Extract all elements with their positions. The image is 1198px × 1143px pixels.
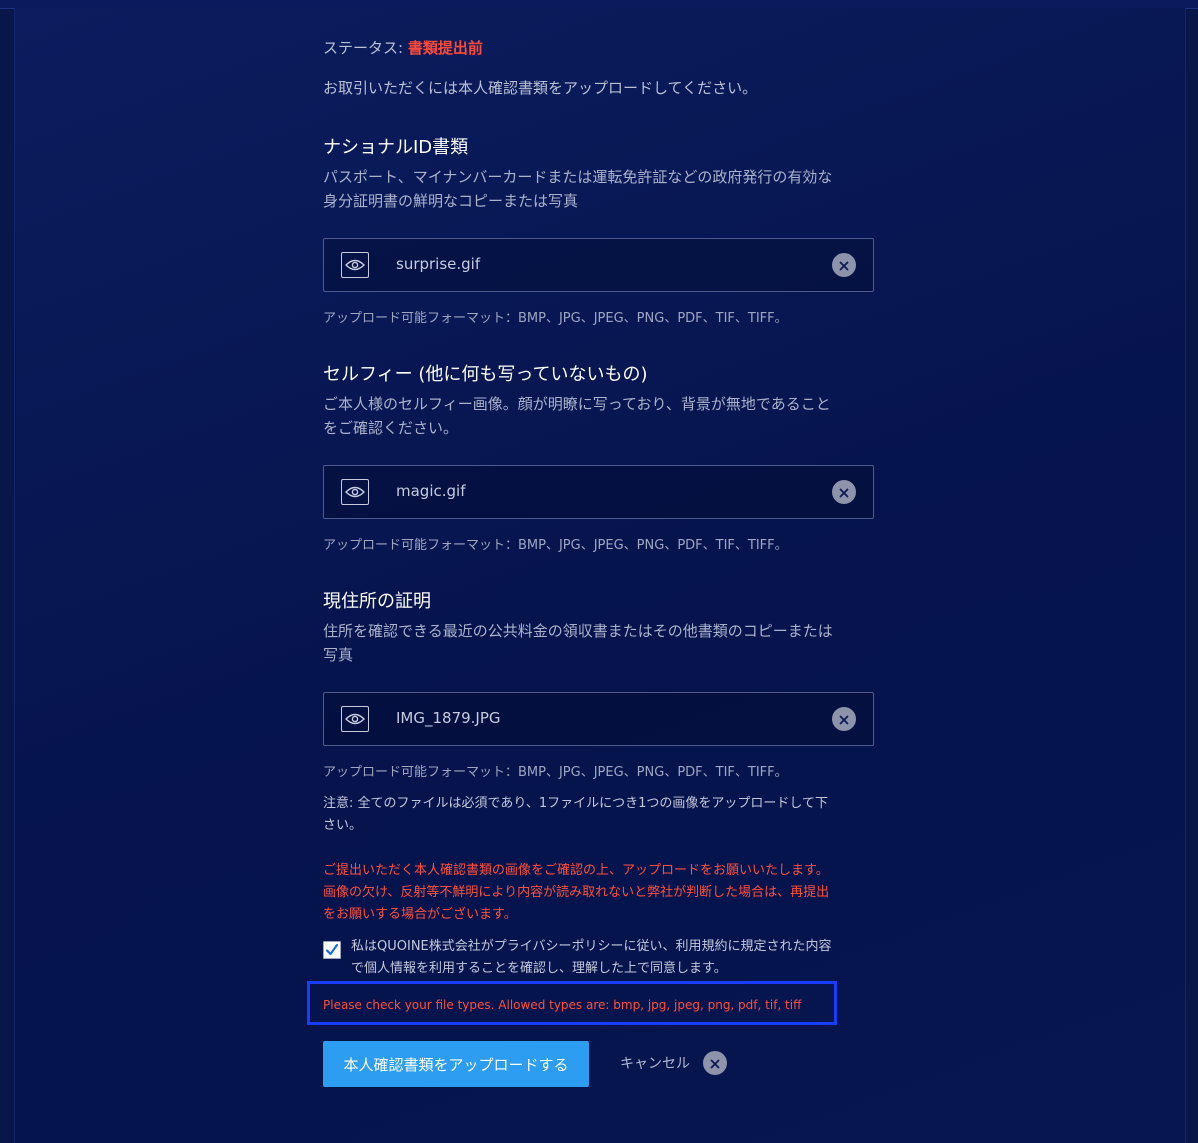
cancel-button[interactable] [703, 1051, 727, 1075]
required-files-note: 注意: 全てのファイルは必須であり、1ファイルにつき1つの画像をアップロードして… [323, 793, 863, 837]
desc-line: 身分証明書の鮮明なコピーまたは写真 [323, 192, 579, 210]
allowed-formats: アップロード可能フォーマット：BMP、JPG、JPEG、PNG、PDF、TIF、… [323, 311, 788, 326]
close-icon [839, 710, 849, 729]
allowed-formats: アップロード可能フォーマット：BMP、JPG、JPEG、PNG、PDF、TIF、… [323, 538, 788, 553]
file-name: IMG_1879.JPG [396, 709, 501, 727]
warning-line: 画像の欠け、反射等不鮮明により内容が読み取れないと弊社が判断した場合は、再提出 [323, 885, 830, 900]
status-label: ステータス: [323, 39, 404, 57]
eye-icon [345, 256, 365, 275]
note-line: 注意: 全てのファイルは必須であり、1ファイルにつき1つの画像をアップロードして… [323, 796, 829, 811]
eye-icon [345, 483, 365, 502]
file-name: surprise.gif [396, 255, 481, 273]
consent-text: 私はQUOINE株式会社がプライバシーポリシーに従い、利用規約に規定された内容 … [351, 936, 875, 980]
section-title-proof-of-address: 現住所の証明 [323, 591, 431, 612]
file-field-national-id: surprise.gif [323, 238, 874, 292]
status-line: ステータス: 書類提出前 [323, 37, 483, 58]
preview-button[interactable] [341, 706, 369, 732]
section-desc-proof-of-address: 住所を確認できる最近の公共料金の領収書またはその他書類のコピーまたは 写真 [323, 619, 883, 667]
section-title-selfie: セルフィー (他に何も写っていないもの) [323, 364, 648, 385]
consent-checkbox[interactable] [323, 941, 341, 959]
close-icon [710, 1054, 720, 1073]
section-title-national-id: ナショナルID書類 [323, 137, 469, 158]
section-desc-selfie: ご本人様のセルフィー画像。顔が明瞭に写っており、背景が無地であること をご確認く… [323, 392, 883, 440]
remove-file-button[interactable] [832, 480, 856, 504]
file-type-error-message: Please check your file types. Allowed ty… [323, 998, 802, 1012]
note-line: さい。 [323, 818, 363, 833]
remove-file-button[interactable] [832, 253, 856, 277]
warning-line: ご提出いただく本人確認書類の画像をご確認の上、アップロードをお願いいたします。 [323, 863, 829, 878]
close-icon [839, 483, 849, 502]
file-name: magic.gif [396, 482, 466, 500]
section-desc-national-id: パスポート、マイナンバーカードまたは運転免許証などの政府発行の有効な 身分証明書… [323, 165, 883, 213]
desc-line: をご確認ください。 [323, 419, 459, 437]
desc-line: 写真 [323, 646, 354, 664]
close-icon [839, 256, 849, 275]
upload-documents-button[interactable]: 本人確認書類をアップロードする [323, 1041, 589, 1087]
preview-button[interactable] [341, 252, 369, 278]
consent-line: で個人情報を利用することを確認し、理解した上で同意します。 [351, 961, 727, 976]
file-field-proof-of-address: IMG_1879.JPG [323, 692, 874, 746]
resubmission-warning: ご提出いただく本人確認書類の画像をご確認の上、アップロードをお願いいたします。 … [323, 860, 879, 926]
eye-icon [345, 710, 365, 729]
remove-file-button[interactable] [832, 707, 856, 731]
status-value: 書類提出前 [407, 39, 483, 57]
cancel-link[interactable]: キャンセル [620, 1053, 690, 1073]
allowed-formats: アップロード可能フォーマット：BMP、JPG、JPEG、PNG、PDF、TIF、… [323, 765, 788, 780]
desc-line: 住所を確認できる最近の公共料金の領収書またはその他書類のコピーまたは [323, 622, 833, 640]
desc-line: パスポート、マイナンバーカードまたは運転免許証などの政府発行の有効な [323, 168, 833, 186]
file-field-selfie: magic.gif [323, 465, 874, 519]
file-type-error-box: Please check your file types. Allowed ty… [307, 981, 837, 1025]
preview-button[interactable] [341, 479, 369, 505]
intro-text: お取引いただくには本人確認書類をアップロードしてください。 [323, 79, 758, 97]
desc-line: ご本人様のセルフィー画像。顔が明瞭に写っており、背景が無地であること [323, 395, 831, 413]
consent-line: 私はQUOINE株式会社がプライバシーポリシーに従い、利用規約に規定された内容 [351, 939, 832, 954]
warning-line: をお願いする場合がございます。 [323, 907, 517, 922]
